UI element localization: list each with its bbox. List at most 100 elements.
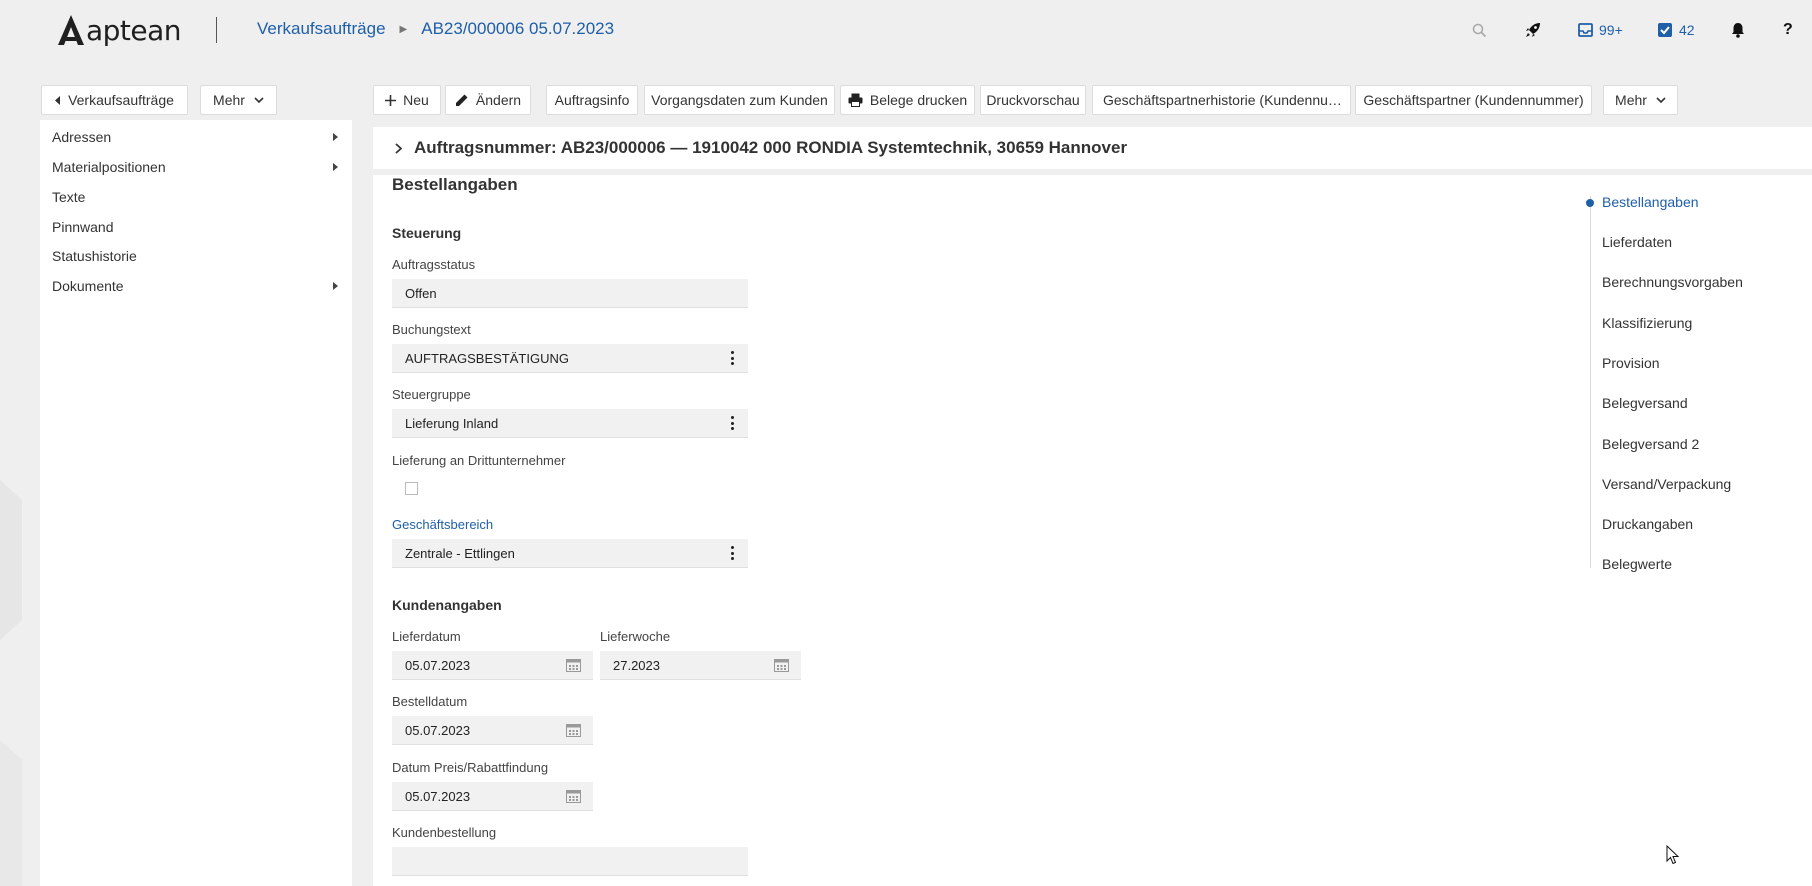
- steuergruppe-value: Lieferung Inland: [405, 415, 499, 431]
- more-vertical-icon[interactable]: [731, 546, 734, 560]
- edit-button[interactable]: Ändern: [445, 85, 531, 115]
- mouse-cursor-icon: [1666, 844, 1680, 868]
- buchungstext-value: AUFTRAGSBESTÄTIGUNG: [405, 350, 569, 366]
- sidebar-item-pinnwand[interactable]: Pinnwand: [40, 214, 352, 240]
- section-nav-bestellangaben[interactable]: Bestellangaben: [1602, 194, 1699, 210]
- steuergruppe-field[interactable]: Lieferung Inland: [392, 409, 748, 438]
- section-title-bestellangaben: Bestellangaben: [392, 175, 518, 194]
- group-title-steuerung: Steuerung: [392, 225, 462, 241]
- more-vertical-icon[interactable]: [731, 416, 734, 430]
- section-nav-track: [1590, 196, 1591, 568]
- geschaeftsbereich-label[interactable]: Geschäftsbereich: [392, 517, 493, 532]
- chevron-down-icon: [1656, 97, 1666, 103]
- order-info-label: Auftragsinfo: [554, 92, 630, 108]
- section-nav-belegwerte[interactable]: Belegwerte: [1602, 556, 1672, 572]
- section-nav-versand-verpackung[interactable]: Versand/Verpackung: [1602, 476, 1731, 492]
- drittunternehmer-label: Lieferung an Drittunternehmer: [392, 453, 566, 468]
- sidebar-item-dokumente[interactable]: Dokumente: [40, 273, 352, 299]
- more-vertical-icon[interactable]: [731, 351, 734, 365]
- more-right-button[interactable]: Mehr: [1603, 85, 1678, 115]
- back-button-label: Verkaufsaufträge: [68, 92, 174, 108]
- sidebar-item-label: Materialpositionen: [52, 159, 166, 175]
- group-title-kundenangaben: Kundenangaben: [392, 597, 502, 613]
- preisdatum-label: Datum Preis/Rabattfindung: [392, 760, 549, 775]
- more-left-label: Mehr: [213, 92, 245, 108]
- buchungstext-label: Buchungstext: [392, 322, 471, 337]
- kundenbestellung-label: Kundenbestellung: [392, 825, 497, 840]
- bestelldatum-value: 05.07.2023: [405, 722, 471, 738]
- bestelldatum-field[interactable]: 05.07.2023: [392, 716, 593, 745]
- inbox-icon[interactable]: 99+: [1578, 18, 1623, 42]
- more-right-label: Mehr: [1615, 92, 1647, 108]
- section-nav-belegversand-2[interactable]: Belegversand 2: [1602, 436, 1699, 452]
- section-nav-druckangaben[interactable]: Druckangaben: [1602, 516, 1693, 532]
- breadcrumb-item-current-order[interactable]: AB23/000006 05.07.2023: [421, 19, 614, 39]
- kundenbestellung-field[interactable]: [392, 847, 748, 876]
- tasks-icon[interactable]: 42: [1658, 18, 1695, 42]
- plus-icon: [385, 94, 397, 106]
- lieferwoche-value: 27.2023: [613, 657, 660, 673]
- sidebar-item-adressen[interactable]: Adressen: [40, 124, 352, 150]
- auftragsstatus-label: Auftragsstatus: [392, 257, 476, 272]
- lieferwoche-field[interactable]: 27.2023: [600, 651, 801, 680]
- order-details-panel: Bestellangaben Steuerung Auftragsstatus …: [373, 175, 1812, 886]
- tasks-count-badge: 42: [1679, 22, 1695, 38]
- calendar-icon[interactable]: [774, 658, 789, 675]
- sidebar-item-materialpositionen[interactable]: Materialpositionen: [40, 154, 352, 180]
- drittunternehmer-checkbox[interactable]: [405, 482, 418, 495]
- preisdatum-value: 05.07.2023: [405, 788, 471, 804]
- calendar-icon[interactable]: [566, 789, 581, 806]
- steuergruppe-label: Steuergruppe: [392, 387, 471, 402]
- breadcrumb-separator-icon: ▶: [399, 23, 408, 35]
- order-header-bar[interactable]: Auftragsnummer: AB23/000006 — 1910042 00…: [373, 127, 1812, 169]
- lieferdatum-field[interactable]: 05.07.2023: [392, 651, 593, 680]
- help-icon[interactable]: ?: [1783, 18, 1793, 42]
- caret-left-icon: [55, 95, 61, 105]
- sidebar-item-label: Pinnwand: [52, 219, 114, 235]
- sidebar-item-statushistorie[interactable]: Statushistorie: [40, 243, 352, 269]
- print-documents-button[interactable]: Belege drucken: [840, 85, 975, 115]
- auftragsstatus-value: Offen: [405, 285, 437, 301]
- print-preview-button[interactable]: Druckvorschau: [980, 85, 1086, 115]
- section-nav-lieferdaten[interactable]: Lieferdaten: [1602, 234, 1672, 250]
- printer-icon: [848, 93, 863, 107]
- bestelldatum-label: Bestelldatum: [392, 694, 468, 709]
- section-nav-provision[interactable]: Provision: [1602, 355, 1660, 371]
- more-left-button[interactable]: Mehr: [200, 85, 277, 115]
- chevron-right-icon[interactable]: [395, 142, 402, 154]
- partner-history-button[interactable]: Geschäftspartnerhistorie (Kundennu…: [1092, 85, 1351, 115]
- bell-icon[interactable]: [1731, 18, 1745, 42]
- geschaeftsbereich-field[interactable]: Zentrale - Ettlingen: [392, 539, 748, 568]
- partner-button[interactable]: Geschäftspartner (Kundennummer): [1355, 85, 1592, 115]
- sidebar-item-label: Statushistorie: [52, 248, 137, 264]
- inbox-count-badge: 99+: [1599, 22, 1623, 38]
- section-nav-belegversand[interactable]: Belegversand: [1602, 395, 1688, 411]
- sidebar: Adressen Materialpositionen Texte Pinnwa…: [40, 120, 352, 886]
- sidebar-item-texte[interactable]: Texte: [40, 184, 352, 210]
- aptean-logo-mark-icon: [58, 15, 84, 45]
- chevron-down-icon: [254, 97, 264, 103]
- caret-right-icon: [333, 133, 338, 141]
- customer-data-button[interactable]: Vorgangsdaten zum Kunden: [644, 85, 835, 115]
- section-nav-klassifizierung[interactable]: Klassifizierung: [1602, 315, 1692, 331]
- print-documents-label: Belege drucken: [869, 92, 968, 108]
- print-preview-label: Druckvorschau: [986, 92, 1080, 108]
- customer-data-label: Vorgangsdaten zum Kunden: [651, 92, 828, 108]
- logo-text: aptean: [86, 13, 182, 47]
- app-header: aptean Verkaufsaufträge ▶ AB23/000006 05…: [0, 0, 1812, 60]
- search-icon[interactable]: [1472, 18, 1487, 42]
- calendar-icon[interactable]: [566, 658, 581, 675]
- rocket-icon[interactable]: [1524, 18, 1542, 42]
- buchungstext-field[interactable]: AUFTRAGSBESTÄTIGUNG: [392, 344, 748, 373]
- calendar-icon[interactable]: [566, 723, 581, 740]
- lieferdatum-label: Lieferdatum: [392, 629, 461, 644]
- section-nav-berechnungsvorgaben[interactable]: Berechnungsvorgaben: [1602, 274, 1743, 290]
- breadcrumb-item-sales-orders[interactable]: Verkaufsaufträge: [257, 19, 386, 39]
- breadcrumb: Verkaufsaufträge ▶ AB23/000006 05.07.202…: [257, 19, 614, 39]
- new-button[interactable]: Neu: [373, 85, 441, 115]
- aptean-logo[interactable]: aptean: [58, 12, 182, 48]
- sidebar-item-label: Texte: [52, 189, 86, 205]
- preisdatum-field[interactable]: 05.07.2023: [392, 782, 593, 811]
- back-to-sales-orders-button[interactable]: Verkaufsaufträge: [41, 85, 188, 115]
- order-info-button[interactable]: Auftragsinfo: [546, 85, 638, 115]
